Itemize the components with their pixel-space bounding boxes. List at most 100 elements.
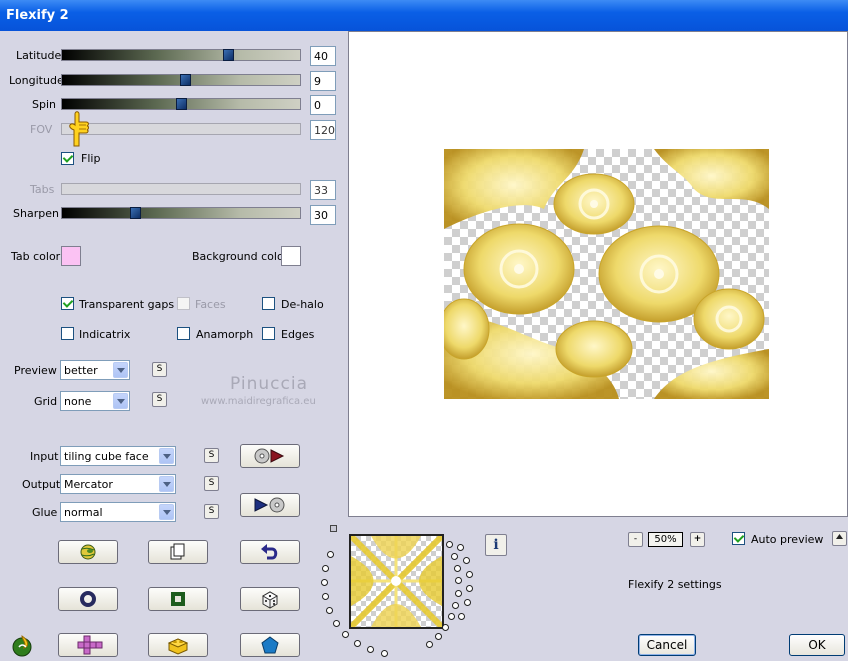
orbit-dot[interactable] <box>448 613 456 621</box>
info-button[interactable]: i <box>485 534 507 556</box>
chevron-down-icon[interactable] <box>159 448 174 464</box>
cross-button[interactable] <box>58 633 118 657</box>
longitude-value-field[interactable]: 9 <box>310 71 336 91</box>
sharpen-slider[interactable] <box>61 207 301 219</box>
spin-slider[interactable] <box>61 98 301 110</box>
tab-color-swatch[interactable] <box>61 246 81 266</box>
orbit-dot[interactable] <box>442 623 450 631</box>
orbit-dot[interactable] <box>463 599 471 607</box>
latitude-slider[interactable] <box>61 49 301 61</box>
orbit-dot[interactable] <box>342 630 350 638</box>
indicatrix-checkbox[interactable] <box>61 327 74 340</box>
orbit-dot[interactable] <box>353 639 361 647</box>
orbit-dot[interactable] <box>326 550 334 558</box>
grid-label: Grid <box>34 395 58 408</box>
preview-s-button[interactable]: S <box>152 362 167 377</box>
orbit-dot[interactable] <box>320 578 328 586</box>
orbit-dot[interactable] <box>450 552 458 560</box>
frame-button[interactable] <box>148 587 208 611</box>
spin-slider-thumb[interactable] <box>176 98 187 110</box>
glue-s-button[interactable]: S <box>204 504 219 519</box>
zoom-out-button[interactable]: - <box>628 532 643 547</box>
orbit-dot[interactable] <box>332 619 340 627</box>
longitude-slider[interactable] <box>61 74 301 86</box>
input-value: tiling cube face <box>64 450 149 463</box>
orbit-dot[interactable] <box>446 541 454 549</box>
latitude-value-field[interactable]: 40 <box>310 46 336 66</box>
orbit-dot[interactable] <box>455 576 463 584</box>
brick-button[interactable] <box>148 633 208 657</box>
output-s-button[interactable]: S <box>204 476 219 491</box>
thumbnail-render <box>351 536 442 627</box>
ok-button[interactable]: OK <box>789 634 845 656</box>
ring-button[interactable] <box>58 587 118 611</box>
faces-label: Faces <box>195 298 226 311</box>
orbit-dot[interactable] <box>458 612 466 620</box>
random-dice-button[interactable] <box>240 587 300 611</box>
spin-value-field[interactable]: 0 <box>310 95 336 115</box>
scroll-up-button[interactable] <box>832 531 847 546</box>
sharpen-value-field[interactable]: 30 <box>310 205 336 225</box>
orbit-dot[interactable] <box>326 607 334 615</box>
chevron-down-icon[interactable] <box>159 504 174 520</box>
globe-icon <box>80 544 96 560</box>
de-halo-checkbox[interactable] <box>262 297 275 310</box>
orbit-dot[interactable] <box>465 570 473 578</box>
orbit-dot[interactable] <box>466 585 474 593</box>
save-output-button[interactable] <box>240 493 300 517</box>
undo-button[interactable] <box>240 540 300 564</box>
orbit-dot[interactable] <box>380 650 388 658</box>
grid-s-button[interactable]: S <box>152 392 167 407</box>
cube-cross-icon <box>77 635 103 655</box>
orbit-dot[interactable] <box>454 564 462 572</box>
preview-image <box>444 149 769 399</box>
input-s-button[interactable]: S <box>204 448 219 463</box>
pentagon-button[interactable] <box>240 633 300 657</box>
orbit-dot[interactable] <box>322 564 330 572</box>
orbit-handle[interactable] <box>330 525 337 532</box>
grid-select[interactable]: none <box>60 391 130 411</box>
edges-checkbox[interactable] <box>262 327 275 340</box>
pentagon-icon <box>261 636 279 654</box>
sharpen-slider-thumb[interactable] <box>130 207 141 219</box>
play-disc-icon <box>254 497 285 513</box>
longitude-slider-thumb[interactable] <box>180 74 191 86</box>
auto-preview-checkbox[interactable] <box>732 532 745 545</box>
anamorph-checkbox[interactable] <box>177 327 190 340</box>
orbit-dot[interactable] <box>434 633 442 640</box>
disc-play-icon <box>254 448 285 464</box>
random-globe-button[interactable] <box>58 540 118 564</box>
input-select[interactable]: tiling cube face <box>60 446 176 466</box>
glue-select[interactable]: normal <box>60 502 176 522</box>
chevron-down-icon[interactable] <box>113 393 128 409</box>
orbit-dot[interactable] <box>426 640 434 648</box>
orbit-dot[interactable] <box>456 543 464 551</box>
fov-label: FOV <box>30 123 53 136</box>
grid-value: none <box>64 395 92 408</box>
preview-quality-select[interactable]: better <box>60 360 130 380</box>
load-input-button[interactable] <box>240 444 300 468</box>
navigator-thumbnail[interactable] <box>349 534 444 629</box>
copy-pages-icon <box>170 543 185 560</box>
orbit-dot[interactable] <box>454 589 462 597</box>
preview-panel[interactable] <box>348 31 848 517</box>
cancel-button[interactable]: Cancel <box>638 634 696 656</box>
orbit-dot[interactable] <box>462 556 470 564</box>
copy-button[interactable] <box>148 540 208 564</box>
orbit-dot[interactable] <box>321 593 329 601</box>
sharpen-label: Sharpen <box>13 207 59 220</box>
status-text: Flexify 2 settings <box>628 578 722 591</box>
chevron-down-icon[interactable] <box>159 476 174 492</box>
output-select[interactable]: Mercator <box>60 474 176 494</box>
zoom-level: 50% <box>648 532 683 547</box>
chevron-down-icon[interactable] <box>113 362 128 378</box>
background-color-swatch[interactable] <box>281 246 301 266</box>
flip-label: Flip <box>81 152 101 165</box>
background-color-label: Background color <box>192 250 289 263</box>
orbit-dot[interactable] <box>452 601 460 609</box>
transparent-gaps-checkbox[interactable] <box>61 297 74 310</box>
flip-checkbox[interactable] <box>61 152 74 165</box>
latitude-slider-thumb[interactable] <box>223 49 234 61</box>
orbit-dot[interactable] <box>366 646 374 654</box>
zoom-in-button[interactable]: + <box>690 532 705 547</box>
